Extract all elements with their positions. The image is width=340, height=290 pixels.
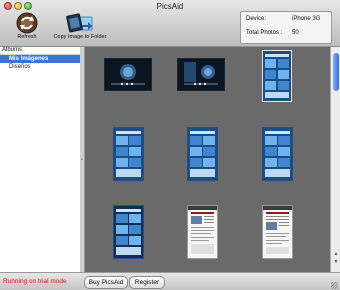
resize-grip-icon[interactable] (331, 282, 338, 289)
gallery-scrollbar[interactable]: ▲ ▼ (330, 47, 340, 272)
toolbar: PicsAid Refresh Copy Image to Folder Dev… (0, 0, 340, 47)
photo-thumbnail[interactable] (262, 127, 293, 181)
photo-gallery (85, 47, 330, 272)
buy-picsaid-button[interactable]: Buy PicsAid (84, 276, 128, 289)
window-title: PicsAid (156, 2, 184, 11)
photo-thumbnail[interactable] (187, 205, 218, 259)
photo-thumbnail[interactable] (187, 127, 218, 181)
refresh-icon (16, 12, 38, 34)
photo-image (188, 206, 217, 258)
scroll-up-icon[interactable]: ▲ (333, 252, 339, 257)
photo-thumbnail[interactable] (177, 58, 225, 91)
copy-image-to-folder-label: Copy Image to Folder (53, 34, 107, 40)
copy-image-to-folder-button[interactable]: Copy Image to Folder (52, 12, 108, 40)
photo-image (105, 59, 151, 90)
photo-image (263, 128, 292, 180)
device-info-panel: Device: iPhone 3G Total Photos : 50 (240, 11, 332, 44)
photo-thumbnail[interactable] (113, 205, 144, 259)
refresh-button[interactable]: Refresh (10, 12, 44, 40)
refresh-label: Refresh (17, 34, 37, 40)
photo-image (263, 51, 291, 101)
photo-thumbnail[interactable] (104, 58, 152, 91)
albums-sidebar: Albums Mis Imágenes Diseños (0, 47, 81, 272)
device-value: iPhone 3G (292, 16, 321, 22)
sidebar-item-mis-imagenes[interactable]: Mis Imágenes (0, 55, 80, 63)
trial-mode-status: Running on trial mode (3, 278, 67, 285)
sidebar-item-disenos[interactable]: Diseños (0, 63, 80, 71)
photo-image (114, 128, 143, 180)
total-photos-value: 50 (292, 30, 299, 36)
photo-thumbnail[interactable] (262, 205, 293, 259)
device-label: Device: (246, 16, 267, 22)
photo-image (114, 206, 143, 258)
app-window: PicsAid Refresh Copy Image to Folder Dev… (0, 0, 340, 290)
bottom-bar: Running on trial mode Buy PicsAid Regist… (0, 272, 340, 290)
scrollbar-thumb[interactable] (333, 53, 339, 91)
splitter-grip-icon: • (81, 157, 83, 163)
photo-image (188, 128, 217, 180)
photo-thumbnail[interactable] (262, 50, 292, 102)
photo-image (263, 206, 292, 258)
photo-thumbnail[interactable] (113, 127, 144, 181)
albums-header: Albums (0, 47, 80, 55)
copy-to-folder-icon (66, 13, 93, 33)
photo-image (178, 59, 224, 90)
register-button[interactable]: Register (129, 276, 165, 289)
total-photos-label: Total Photos : (246, 30, 283, 36)
scroll-down-icon[interactable]: ▼ (333, 260, 339, 265)
